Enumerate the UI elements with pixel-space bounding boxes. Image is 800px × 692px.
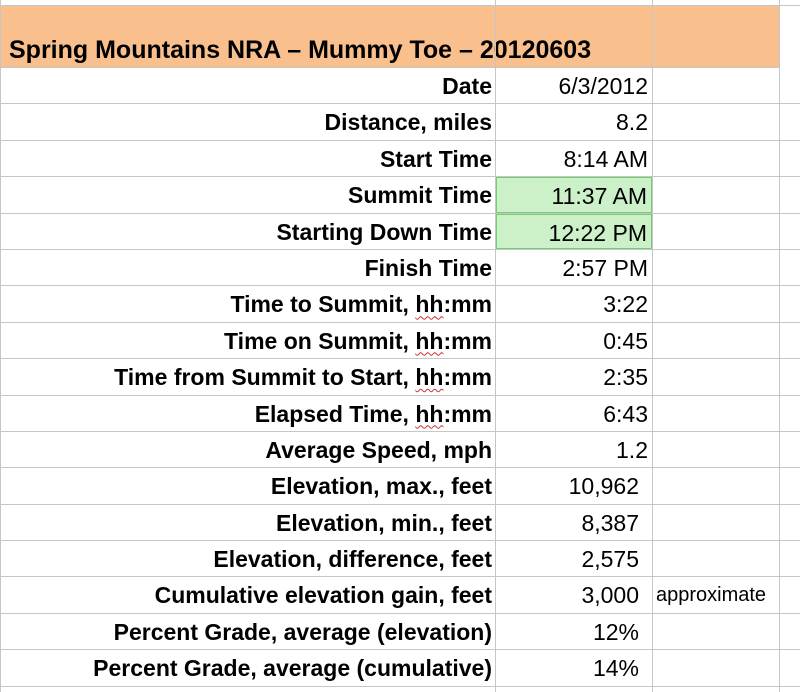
row-label[interactable]: Distance, miles <box>0 104 492 139</box>
row-value[interactable]: 8:14 AM <box>496 141 652 176</box>
row-value[interactable]: 12% <box>496 614 652 649</box>
row-cumulative-elevation-gain: Cumulative elevation gain, feet 3,000 ap… <box>0 577 800 614</box>
row-label[interactable]: Time to Summit, hh:mm <box>0 286 492 321</box>
row-value[interactable]: 1.2 <box>496 432 652 467</box>
row-label[interactable]: Elevation, difference, feet <box>0 541 492 576</box>
row-value[interactable]: 8,387 <box>496 505 652 540</box>
row-label[interactable]: Elevation, min., feet <box>0 505 492 540</box>
row-label[interactable]: Starting Down Time <box>0 214 492 249</box>
row-starting-down-time: Starting Down Time 12:22 PM <box>0 213 800 250</box>
row-value-highlighted[interactable]: 12:22 PM <box>496 213 652 249</box>
row-value[interactable]: 2,575 <box>496 541 652 576</box>
data-rows: Date 6/3/2012 Distance, miles 8.2 Start … <box>0 68 800 687</box>
row-label[interactable]: Cumulative elevation gain, feet <box>0 577 492 612</box>
row-summit-time: Summit Time 11:37 AM <box>0 177 800 214</box>
row-label[interactable]: Start Time <box>0 141 492 176</box>
label-text: Time on Summit, <box>224 327 416 354</box>
row-value-highlighted[interactable]: 11:37 AM <box>496 177 652 213</box>
row-elevation-difference: Elevation, difference, feet 2,575 <box>0 541 800 578</box>
label-text: :mm <box>443 291 492 318</box>
label-text: Elapsed Time, <box>254 400 416 427</box>
sheet-title: Spring Mountains NRA – Mummy Toe – 20120… <box>9 36 592 64</box>
row-label[interactable]: Time on Summit, hh:mm <box>0 323 492 358</box>
row-elevation-max: Elevation, max., feet 10,962 <box>0 468 800 505</box>
row-label[interactable]: Percent Grade, average (elevation) <box>0 614 492 649</box>
row-value[interactable]: 6:43 <box>496 396 652 431</box>
row-label[interactable]: Summit Time <box>0 177 492 212</box>
title-cell[interactable]: Spring Mountains NRA – Mummy Toe – 20120… <box>0 6 779 68</box>
spellcheck-mark: hh <box>415 400 444 427</box>
row-time-from-summit-to-start: Time from Summit to Start, hh:mm 2:35 <box>0 359 800 396</box>
row-percent-grade-cumulative: Percent Grade, average (cumulative) 14% <box>0 650 800 687</box>
row-percent-grade-elevation: Percent Grade, average (elevation) 12% <box>0 614 800 651</box>
spellcheck-mark: hh <box>415 364 444 391</box>
label-text: Time from Summit to Start, <box>114 364 416 391</box>
label-text: :mm <box>443 400 492 427</box>
row-label[interactable]: Time from Summit to Start, hh:mm <box>0 359 492 394</box>
spellcheck-mark: hh <box>415 291 444 318</box>
row-time-to-summit: Time to Summit, hh:mm 3:22 <box>0 286 800 323</box>
row-value[interactable]: 0:45 <box>496 323 652 358</box>
row-finish-time: Finish Time 2:57 PM <box>0 250 800 287</box>
row-elevation-min: Elevation, min., feet 8,387 <box>0 505 800 542</box>
label-text: :mm <box>443 364 492 391</box>
row-label[interactable]: Date <box>0 68 492 103</box>
gridline <box>495 0 496 692</box>
label-text: Time to Summit, <box>230 291 416 318</box>
row-distance: Distance, miles 8.2 <box>0 104 800 141</box>
row-label[interactable]: Elevation, max., feet <box>0 468 492 503</box>
row-value[interactable]: 3:22 <box>496 286 652 321</box>
row-value[interactable]: 8.2 <box>496 104 652 139</box>
row-value[interactable]: 2:35 <box>496 359 652 394</box>
row-time-on-summit: Time on Summit, hh:mm 0:45 <box>0 323 800 360</box>
row-elapsed-time: Elapsed Time, hh:mm 6:43 <box>0 396 800 432</box>
row-label[interactable]: Elapsed Time, hh:mm <box>0 396 492 431</box>
row-label[interactable]: Average Speed, mph <box>0 432 492 467</box>
row-date: Date 6/3/2012 <box>0 68 800 105</box>
row-value[interactable]: 10,962 <box>496 468 652 503</box>
row-label[interactable]: Finish Time <box>0 250 492 285</box>
row-value[interactable]: 14% <box>496 650 652 685</box>
row-label[interactable]: Percent Grade, average (cumulative) <box>0 650 492 685</box>
spellcheck-mark: hh <box>415 327 444 354</box>
row-start-time: Start Time 8:14 AM <box>0 141 800 178</box>
gridline <box>0 0 1 692</box>
label-text: :mm <box>443 327 492 354</box>
row-value[interactable]: 3,000 <box>496 577 652 612</box>
gridline <box>652 0 653 692</box>
gridline <box>779 0 780 692</box>
row-average-speed: Average Speed, mph 1.2 <box>0 432 800 469</box>
row-note[interactable]: approximate <box>656 577 766 612</box>
spreadsheet: Spring Mountains NRA – Mummy Toe – 20120… <box>0 0 800 692</box>
row-value[interactable]: 2:57 PM <box>496 250 652 285</box>
row-value[interactable]: 6/3/2012 <box>496 68 652 103</box>
